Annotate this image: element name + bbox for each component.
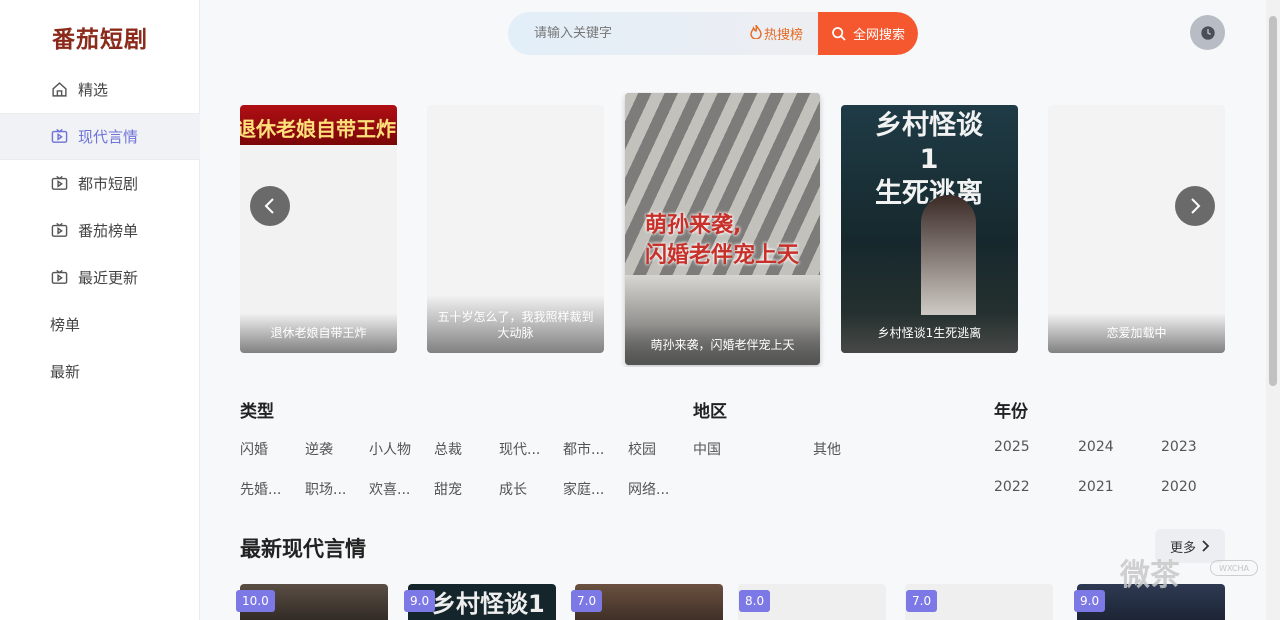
sidebar-item-label: 最近更新 [78,269,139,287]
clock-icon [1200,25,1215,40]
sidebar-item-ranking[interactable]: 番茄榜单 [0,207,200,254]
sidebar-item-label: 番茄榜单 [78,222,139,240]
thumbnail-title: 乡村怪谈1 [432,590,545,618]
section-title-latest: 最新现代言情 [240,537,366,561]
filter-tag-year[interactable]: 2021 [1078,479,1114,495]
filter-tag-type[interactable]: 校园 [628,439,656,459]
sidebar-item-label: 都市短剧 [78,175,139,193]
poster-title-line: 闪婚老伴宠上天 [645,243,800,268]
sidebar: 番茄短剧 精选 现代言情 都市短剧 番茄榜单 最近更新 榜单 最新 [0,0,200,620]
poster-figure [921,195,976,315]
poster-title: 萌孙来袭, 闪婚老伴宠上天 [645,211,799,271]
poster-title-line: 乡村怪谈1 [875,110,983,175]
poster-title-line: 萌孙来袭, [645,213,742,238]
carousel-card[interactable]: 乡村怪谈1 生死逃离 乡村怪谈1生死逃离 [841,105,1018,353]
filter-tag-region[interactable]: 其他 [813,439,841,459]
sidebar-item-label: 现代言情 [78,128,139,146]
card-caption: 恋爱加载中 [1048,313,1225,353]
sidebar-item-modern-romance[interactable]: 现代言情 [0,113,200,160]
filter-type-title: 类型 [240,402,274,422]
banner-carousel: 退休老娘自带王炸 退休老娘自带王炸 五十岁怎么了，我我照样裁到大动脉 萌孙来袭,… [240,92,1226,367]
filter-tag-type[interactable]: 都市... [563,439,604,459]
hot-search-label: 热搜榜 [764,28,804,43]
card-caption: 退休老娘自带王炸 [240,313,397,353]
filter-tag-year[interactable]: 2024 [1078,439,1114,455]
filter-tag-type[interactable]: 小人物 [369,439,411,459]
flame-icon [750,24,762,43]
home-icon [50,81,68,99]
search-icon [832,26,846,41]
search-input[interactable] [534,26,764,41]
sidebar-item-urban[interactable]: 都市短剧 [0,160,200,207]
score-badge: 7.0 [906,590,938,612]
filter-tag-year[interactable]: 2020 [1161,479,1197,495]
filter-tag-region[interactable]: 中国 [693,439,721,459]
filter-region-title: 地区 [693,402,727,422]
filter-tag-type[interactable]: 职场... [305,479,346,499]
tv-play-icon [50,222,68,240]
carousel-next-button[interactable] [1175,186,1215,226]
sidebar-item-label: 榜单 [50,316,81,334]
filter-tag-year[interactable]: 2023 [1161,439,1197,455]
carousel-card[interactable]: 恋爱加载中 [1048,105,1225,353]
score-badge: 9.0 [404,590,436,612]
filter-tag-type[interactable]: 总裁 [434,439,462,459]
search-bar: 热搜榜 全网搜索 [508,12,918,55]
carousel-prev-button[interactable] [250,186,290,226]
chevron-left-icon [264,198,274,214]
filter-tag-type[interactable]: 欢喜... [369,479,410,499]
watermark-logo: 微茶 [1120,558,1180,593]
score-badge: 7.0 [571,590,603,612]
carousel-card[interactable]: 五十岁怎么了，我我照样裁到大动脉 [427,105,604,353]
site-logo[interactable]: 番茄短剧 [52,20,148,54]
card-caption: 萌孙来袭，闪婚老伴宠上天 [625,325,820,365]
card-caption: 乡村怪谈1生死逃离 [841,313,1018,353]
filter-tag-type[interactable]: 网络... [628,479,669,499]
sidebar-item-featured[interactable]: 精选 [0,66,200,113]
filter-tag-type[interactable]: 先婚... [240,479,281,499]
history-button[interactable] [1190,15,1225,50]
poster-banner: 退休老娘自带王炸 [240,105,397,145]
sidebar-item-label: 精选 [78,81,109,99]
tv-play-icon [50,128,68,146]
filter-year-title: 年份 [994,402,1028,422]
page-scrollbar[interactable] [1266,0,1280,620]
filter-tag-type[interactable]: 成长 [499,479,527,499]
filter-tag-type[interactable]: 逆袭 [305,439,333,459]
filter-tag-type[interactable]: 甜宠 [434,479,462,499]
filter-tag-year[interactable]: 2022 [994,479,1030,495]
score-badge: 8.0 [739,590,771,612]
score-badge: 10.0 [236,590,275,612]
poster-title: 乡村怪谈1 生死逃离 [869,109,989,211]
sidebar-item-recent[interactable]: 最近更新 [0,254,200,301]
sidebar-item-charts[interactable]: 榜单 [0,301,200,348]
chevron-right-icon [1191,198,1201,214]
poster-title: 退休老娘自带王炸 [240,117,396,141]
sidebar-item-label: 最新 [50,363,81,381]
tv-play-icon [50,269,68,287]
search-button-label: 全网搜索 [852,28,905,43]
filter-tag-type[interactable]: 闪婚 [240,439,268,459]
watermark-badge: WXCHA [1210,560,1258,576]
chevron-right-icon [1202,540,1210,552]
scrollbar-thumb[interactable] [1269,16,1277,386]
filter-tag-year[interactable]: 2025 [994,439,1030,455]
filter-tag-type[interactable]: 家庭... [563,479,604,499]
tv-play-icon [50,175,68,193]
carousel-card[interactable]: 退休老娘自带王炸 退休老娘自带王炸 [240,105,397,353]
filter-tag-type[interactable]: 现代... [499,439,540,459]
carousel-card-featured[interactable]: 萌孙来袭, 闪婚老伴宠上天 萌孙来袭，闪婚老伴宠上天 [625,93,820,365]
hot-search-link[interactable]: 热搜榜 [750,12,803,55]
search-button[interactable]: 全网搜索 [818,12,918,55]
sidebar-item-newest[interactable]: 最新 [0,348,200,395]
score-badge: 9.0 [1074,590,1106,612]
card-caption: 五十岁怎么了，我我照样裁到大动脉 [427,295,604,353]
sidebar-nav: 精选 现代言情 都市短剧 番茄榜单 最近更新 榜单 最新 [0,66,200,395]
